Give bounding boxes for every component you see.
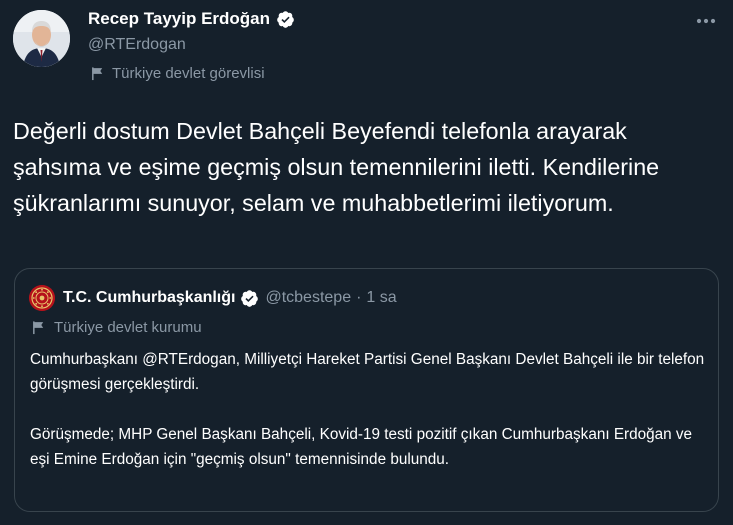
author-label-text: Türkiye devlet görevlisi (112, 65, 265, 82)
verified-badge-icon (277, 10, 294, 28)
presidential-seal-icon (29, 285, 55, 311)
quoted-avatar[interactable] (29, 285, 55, 311)
separator-dot: · (356, 289, 362, 306)
more-button[interactable] (693, 8, 719, 34)
quoted-author-handle[interactable]: @tcbestepe (265, 289, 351, 307)
more-icon (696, 18, 716, 24)
author-handle[interactable]: @RTErdogan (88, 36, 186, 54)
author-name-row[interactable]: Recep Tayyip Erdoğan (88, 9, 295, 29)
quoted-paragraph: Görüşmede; MHP Genel Başkanı Bahçeli, Ko… (30, 426, 693, 468)
quoted-author-name[interactable]: T.C. Cumhurbaşkanlığı (63, 289, 235, 307)
profile-photo-icon (13, 10, 70, 67)
quoted-paragraph: Cumhurbaşkanı @RTErdogan, Milliyetçi Har… (30, 351, 705, 393)
author-name[interactable]: Recep Tayyip Erdoğan (88, 9, 270, 29)
quoted-tweet[interactable]: T.C. Cumhurbaşkanlığı @tcbestepe · 1 sa … (14, 268, 719, 512)
tweet-text: Değerli dostum Devlet Bahçeli Beyefendi … (13, 118, 660, 216)
author-avatar[interactable] (13, 10, 70, 67)
verified-badge-icon (241, 289, 259, 307)
quoted-affiliation-label: Türkiye devlet kurumu (31, 319, 202, 336)
flag-icon (92, 67, 103, 81)
author-affiliation-label: Türkiye devlet görevlisi (90, 65, 265, 82)
quoted-tweet-text: Cumhurbaşkanı @RTErdogan, Milliyetçi Har… (30, 347, 710, 472)
quoted-tweet-header: T.C. Cumhurbaşkanlığı @tcbestepe · 1 sa (29, 285, 397, 311)
quoted-label-text: Türkiye devlet kurumu (54, 319, 202, 336)
quoted-timestamp[interactable]: 1 sa (366, 289, 396, 307)
tweet: Recep Tayyip Erdoğan @RTErdogan Türkiye … (0, 0, 733, 525)
flag-icon (33, 321, 44, 335)
